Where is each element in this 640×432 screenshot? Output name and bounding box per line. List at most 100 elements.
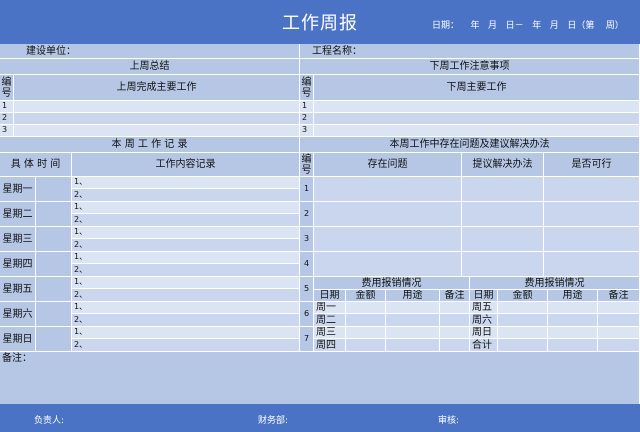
review-signature-label: 审核:: [438, 416, 460, 426]
summary-row-number: 1: [0, 101, 14, 113]
expense-amount-cell[interactable]: [498, 339, 548, 352]
expense-amount-cell[interactable]: [346, 339, 386, 352]
expense-amount-cell[interactable]: [346, 314, 386, 327]
day-label: 星期二: [0, 202, 36, 227]
day-item[interactable]: 1、: [72, 302, 300, 314]
day-item[interactable]: 1、: [72, 202, 300, 214]
day-item[interactable]: 2、: [72, 289, 300, 302]
day-item[interactable]: 1、: [72, 327, 300, 339]
summary-row-cell[interactable]: [14, 113, 300, 125]
day-item[interactable]: 2、: [72, 264, 300, 277]
expense-purpose-cell[interactable]: [386, 314, 440, 327]
day-spacer: [36, 302, 72, 327]
day-item[interactable]: 1、: [72, 252, 300, 264]
expense-purpose-cell[interactable]: [548, 302, 598, 314]
solution-cell[interactable]: [462, 227, 544, 252]
expense-title-left: 费用报销情况: [314, 277, 470, 290]
expense-note-cell[interactable]: [598, 302, 640, 314]
problem-row-number: 4: [300, 252, 314, 277]
expense-purpose-cell[interactable]: [548, 314, 598, 327]
day-label: 星期四: [0, 252, 36, 277]
report-header: 工作周报 日期： 年 月 日－ 年 月 日（第 周）: [0, 0, 640, 44]
expense-purpose-cell[interactable]: [386, 339, 440, 352]
content-header: 工作内容记录: [72, 153, 300, 177]
solution-cell[interactable]: [462, 202, 544, 227]
feasible-cell[interactable]: [544, 227, 640, 252]
expense-note-cell[interactable]: [598, 327, 640, 339]
expense-col-amount: 金额: [498, 290, 548, 302]
expense-note-cell[interactable]: [440, 314, 470, 327]
next-row-cell[interactable]: [314, 125, 640, 137]
manager-signature-label: 负责人:: [34, 416, 65, 426]
problem-row-number: 3: [300, 227, 314, 252]
expense-purpose-cell[interactable]: [386, 302, 440, 314]
next-week-main-header: 下周主要工作: [314, 75, 640, 101]
day-item[interactable]: 2、: [72, 239, 300, 252]
expense-note-cell[interactable]: [598, 314, 640, 327]
day-spacer: [36, 202, 72, 227]
problem-row-number: 5: [300, 277, 314, 302]
expense-col-date: 日期: [470, 290, 498, 302]
expense-day: 周六: [470, 314, 498, 327]
day-spacer: [36, 227, 72, 252]
expense-amount-cell[interactable]: [498, 314, 548, 327]
expense-purpose-cell[interactable]: [548, 339, 598, 352]
expense-amount-cell[interactable]: [346, 327, 386, 339]
day-item[interactable]: 2、: [72, 214, 300, 227]
summary-row-number: 3: [0, 125, 14, 137]
expense-amount-cell[interactable]: [498, 327, 548, 339]
next-row-number: 1: [300, 101, 314, 113]
next-row-cell[interactable]: [314, 101, 640, 113]
problem-row-number: 2: [300, 202, 314, 227]
day-item[interactable]: 2、: [72, 189, 300, 202]
feasible-header: 是否可行: [544, 153, 640, 177]
summary-row-cell[interactable]: [14, 125, 300, 137]
number-header: 编号: [300, 75, 314, 101]
problem-cell[interactable]: [314, 227, 462, 252]
next-row-number: 2: [300, 113, 314, 125]
summary-row-cell[interactable]: [14, 101, 300, 113]
solution-cell[interactable]: [462, 252, 544, 277]
problem-row-number: 1: [300, 177, 314, 202]
solution-header: 提议解决办法: [462, 153, 544, 177]
expense-note-cell[interactable]: [440, 302, 470, 314]
day-item[interactable]: 1、: [72, 177, 300, 189]
next-row-number: 3: [300, 125, 314, 137]
expense-day: 周二: [314, 314, 346, 327]
remarks-area[interactable]: 备注：: [0, 352, 640, 404]
expense-col-note: 备注: [598, 290, 640, 302]
feasible-cell[interactable]: [544, 177, 640, 202]
problem-row-number: 7: [300, 327, 314, 352]
solution-cell[interactable]: [462, 177, 544, 202]
report-date-line: 日期： 年 月 日－ 年 月 日（第 周）: [432, 21, 624, 31]
day-item[interactable]: 1、: [72, 227, 300, 239]
expense-amount-cell[interactable]: [498, 302, 548, 314]
day-label: 星期一: [0, 177, 36, 202]
problem-cell[interactable]: [314, 177, 462, 202]
expense-note-cell[interactable]: [440, 327, 470, 339]
day-spacer: [36, 252, 72, 277]
problem-cell[interactable]: [314, 202, 462, 227]
finance-signature-label: 财务部:: [258, 416, 289, 426]
feasible-cell[interactable]: [544, 252, 640, 277]
expense-purpose-cell[interactable]: [548, 327, 598, 339]
next-week-notes-title: 下周工作注意事项: [300, 59, 640, 75]
last-week-summary-title: 上周总结: [0, 59, 300, 75]
day-label: 星期六: [0, 302, 36, 327]
problem-header: 存在问题: [314, 153, 462, 177]
number-header: 编号: [300, 153, 314, 177]
expense-amount-cell[interactable]: [346, 302, 386, 314]
day-item[interactable]: 1、: [72, 277, 300, 289]
time-header: 具 体 时 间: [0, 153, 72, 177]
expense-purpose-cell[interactable]: [386, 327, 440, 339]
expense-note-cell[interactable]: [598, 339, 640, 352]
expense-note-cell[interactable]: [440, 339, 470, 352]
feasible-cell[interactable]: [544, 202, 640, 227]
problem-cell[interactable]: [314, 252, 462, 277]
next-row-cell[interactable]: [314, 113, 640, 125]
expense-col-note: 备注: [440, 290, 470, 302]
day-item[interactable]: 2、: [72, 339, 300, 352]
day-label: 星期三: [0, 227, 36, 252]
day-item[interactable]: 2、: [72, 314, 300, 327]
remarks-label: 备注：: [2, 353, 32, 364]
